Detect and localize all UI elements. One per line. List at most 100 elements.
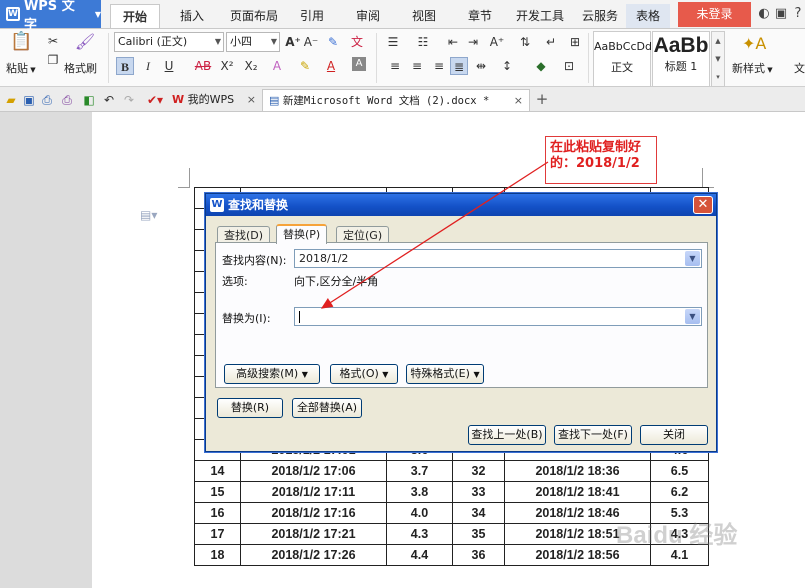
find-previous-button[interactable]: 查找上一处(B)	[468, 425, 546, 445]
format-painter-icon[interactable]: 🖌	[74, 33, 96, 55]
border-icon[interactable]: ⊡	[560, 57, 578, 75]
tab-home[interactable]: 开始	[110, 4, 161, 28]
login-button[interactable]: 未登录	[678, 2, 751, 27]
table-cell[interactable]: 36	[452, 544, 505, 566]
replace-all-button[interactable]: 全部替换(A)	[292, 398, 362, 418]
tab-view[interactable]: 视图	[400, 4, 448, 28]
table-cell[interactable]: 2018/1/2 18:41	[504, 481, 651, 503]
chevron-down-icon[interactable]: ▼	[685, 309, 700, 324]
table-cell[interactable]: 14	[194, 460, 241, 482]
table-cell[interactable]: 6.2	[650, 481, 709, 503]
tab-insert[interactable]: 插入	[168, 4, 216, 28]
scissors-icon[interactable]: ✂	[44, 32, 62, 50]
align-right-icon[interactable]: ≡	[430, 57, 448, 75]
grow-font-icon[interactable]: A⁺	[284, 33, 302, 51]
table-cell[interactable]: 4.0	[386, 502, 453, 524]
advanced-search-button[interactable]: 高级搜索(M) ▼	[224, 364, 320, 384]
tab-references[interactable]: 引用	[288, 4, 336, 28]
line-spacing-icon[interactable]: ↕	[498, 57, 516, 75]
close-button[interactable]: 关闭	[640, 425, 708, 445]
table-cell[interactable]: 3.8	[386, 481, 453, 503]
replace-button[interactable]: 替换(R)	[217, 398, 283, 418]
special-format-button[interactable]: 特殊格式(E) ▼	[406, 364, 484, 384]
show-marks-icon[interactable]: ↵	[542, 33, 560, 51]
table-cell[interactable]: 2018/1/2 17:11	[240, 481, 387, 503]
table-cell[interactable]: 33	[452, 481, 505, 503]
numbering-icon[interactable]: ☷	[414, 33, 432, 51]
table-cell[interactable]: 2018/1/2 17:26	[240, 544, 387, 566]
table-cell[interactable]: 4.4	[386, 544, 453, 566]
tab-table[interactable]: 表格	[626, 4, 671, 28]
find-what-input[interactable]: 2018/1/2 ▼	[294, 249, 702, 268]
table-cell[interactable]: 6.5	[650, 460, 709, 482]
distribute-icon[interactable]: ⇹	[472, 57, 490, 75]
shrink-font-icon[interactable]: A⁻	[302, 33, 320, 51]
tab-review[interactable]: 审阅	[344, 4, 392, 28]
clear-format-icon[interactable]: ✎	[324, 33, 342, 51]
subscript-button[interactable]: X₂	[242, 57, 260, 75]
phonetic-icon[interactable]: 文	[348, 33, 366, 51]
style-normal[interactable]: AaBbCcDd 正文	[593, 31, 652, 87]
close-icon[interactable]: ×	[514, 90, 523, 112]
dialog-close-button[interactable]: ✕	[693, 196, 713, 214]
undo-icon[interactable]: ↶	[100, 91, 118, 109]
table-cell[interactable]: 4.3	[386, 523, 453, 545]
format-painter-button[interactable]: 格式刷	[64, 60, 97, 76]
chinese-layout-icon[interactable]: A⁺	[488, 33, 506, 51]
paragraph-handle-icon[interactable]: ▤▾	[140, 208, 157, 222]
tab-cloud[interactable]: 云服务	[570, 4, 630, 28]
tab-chapter[interactable]: 章节	[456, 4, 504, 28]
table-cell[interactable]: 2018/1/2 17:16	[240, 502, 387, 524]
decrease-indent-icon[interactable]: ⇤	[444, 33, 462, 51]
wps-app-menu-button[interactable]: W WPS 文字 ▼	[0, 0, 101, 33]
table-cell[interactable]: 34	[452, 502, 505, 524]
print-icon[interactable]: ⎙	[58, 91, 76, 109]
copy-icon[interactable]: ❐	[44, 51, 62, 69]
format-button[interactable]: 格式(O) ▼	[330, 364, 398, 384]
table-cell[interactable]: 32	[452, 460, 505, 482]
new-style-button[interactable]: 新样式 ▼	[732, 60, 773, 76]
align-left-icon[interactable]: ≡	[386, 57, 404, 75]
bold-button[interactable]: B	[116, 57, 134, 75]
help-icon[interactable]: ?	[790, 6, 805, 22]
doc-tab-current[interactable]: ▤ 新建Microsoft Word 文档 (2).docx * ×	[262, 89, 530, 111]
new-style-icon[interactable]: ✦A	[742, 35, 766, 53]
paste-icon[interactable]: 📋	[10, 33, 32, 55]
font-size-select[interactable]: 小四 ▼	[226, 32, 280, 52]
text-effect-icon[interactable]: A	[268, 57, 286, 75]
style-heading-1[interactable]: AaBb 标题 1	[652, 31, 710, 87]
table-cell[interactable]: 17	[194, 523, 241, 545]
italic-button[interactable]: I	[139, 57, 157, 75]
strikethrough-button[interactable]: AB	[190, 57, 216, 75]
font-color-icon[interactable]: A	[322, 57, 340, 75]
char-shading-icon[interactable]: A	[352, 57, 366, 71]
tab-replace[interactable]: 替换(P)	[276, 224, 328, 244]
document-icon[interactable]: ▣	[773, 6, 789, 22]
table-borders-icon[interactable]: ⊞	[566, 33, 584, 51]
doc-tab-my-wps[interactable]: W 我的WPS ×	[166, 89, 260, 111]
shading-icon[interactable]: ◆	[532, 57, 550, 75]
font-name-select[interactable]: Calibri (正文) ▼	[114, 32, 224, 52]
dialog-title-bar[interactable]: 查找和替换	[206, 194, 716, 216]
superscript-button[interactable]: X²	[218, 57, 236, 75]
table-cell[interactable]: 2018/1/2 18:36	[504, 460, 651, 482]
justify-icon[interactable]: ≣	[450, 57, 468, 75]
new-tab-plus-icon[interactable]: +	[533, 90, 551, 108]
table-cell[interactable]: 15	[194, 481, 241, 503]
styles-scroll[interactable]: ▲ ▼ ▾	[711, 31, 725, 87]
highlight-icon[interactable]: ✎	[296, 57, 314, 75]
sort-icon[interactable]: ⇅	[516, 33, 534, 51]
increase-indent-icon[interactable]: ⇥	[464, 33, 482, 51]
close-icon[interactable]: ×	[247, 89, 256, 111]
table-cell[interactable]: 16	[194, 502, 241, 524]
table-cell[interactable]: 3.7	[386, 460, 453, 482]
find-next-button[interactable]: 查找下一处(F)	[554, 425, 632, 445]
redo-icon[interactable]: ↷	[120, 91, 138, 109]
skin-icon[interactable]: ◐	[756, 6, 772, 22]
text-tool-button[interactable]: 文	[794, 60, 805, 76]
save-icon[interactable]: ▣	[20, 91, 38, 109]
print-preview-icon[interactable]: ◧	[80, 91, 98, 109]
table-cell[interactable]: 18	[194, 544, 241, 566]
paste-button[interactable]: 粘贴 ▼	[6, 60, 36, 76]
tab-developer[interactable]: 开发工具	[504, 4, 576, 28]
